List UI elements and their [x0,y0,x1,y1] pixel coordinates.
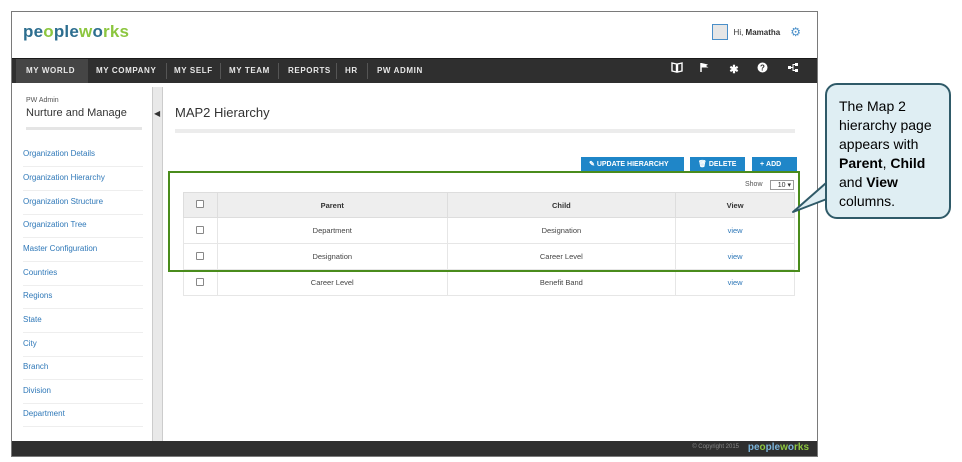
sidebar-item-organization-structure[interactable]: Organization Structure [23,197,143,215]
book-icon[interactable] [668,61,686,79]
view-link[interactable]: view [728,278,743,287]
callout-annotation: The Map 2 hierarchy page appears with Pa… [825,83,951,219]
sidebar: PW Admin Nurture and Manage Organization… [12,87,153,441]
delete-label: DELETE [708,161,737,168]
sidebar-item-division[interactable]: Division [23,386,143,404]
footer-logo: peopleworks [748,442,809,453]
row-checkbox[interactable] [196,277,205,286]
sidebar-item-state[interactable]: State [23,315,143,333]
top-header: peopleworks Hi, Mamatha ⚙ [12,12,817,56]
sidebar-subtitle: PW Admin [26,97,59,104]
view-cell: view [675,269,795,296]
nav-item-my-self[interactable]: MY SELF [174,59,213,83]
nav-item-pw-admin[interactable]: PW ADMIN [377,59,423,83]
user-greeting: Hi, Mamatha [734,28,781,37]
logo-text-3: ple [53,22,80,41]
sidebar-item-countries[interactable]: Countries [23,268,143,286]
nav-item-my-world[interactable]: MY WORLD [16,59,88,83]
nav-item-hr[interactable]: HR [345,59,358,83]
sidebar-item-department[interactable]: Department [23,409,143,427]
peopleworks-logo[interactable]: peopleworks [23,22,129,42]
update-hierarchy-label: UPDATE HIERARCHY [596,161,669,168]
sidebar-collapse-handle[interactable]: ◀ [152,87,163,441]
footer-logo-text-4: w [780,442,788,453]
child-cell: Benefit Band [446,269,677,296]
user-menu[interactable]: Hi, Mamatha ⚙ [711,24,801,40]
sidebar-title: Nurture and Manage [26,107,127,119]
pencil-icon: ✎ [589,161,595,168]
table-highlight-box [168,171,800,272]
nav-divider [336,63,337,79]
help-icon[interactable]: ? [753,61,771,79]
footer: © Copyright 2015 peopleworks [12,441,817,456]
sidebar-item-branch[interactable]: Branch [23,362,143,380]
nav-divider [220,63,221,79]
callout-and: and [839,174,867,190]
main-nav: MY WORLD MY COMPANY MY SELF MY TEAM REPO… [12,58,817,83]
title-divider [175,129,795,133]
add-label: ADD [766,161,782,168]
hierarchy-icon[interactable] [784,61,802,79]
greeting-text: Hi, [733,27,746,37]
logo-text-4: w [79,22,93,41]
plus-icon: + [760,161,765,168]
sidebar-item-organization-hierarchy[interactable]: Organization Hierarchy [23,173,143,191]
gear-icon[interactable]: ⚙ [790,25,801,39]
table-row: Career Level Benefit Band view [183,269,795,296]
footer-logo-text-1: pe [747,442,760,453]
callout-text: The Map 2 hierarchy page appears with [839,98,932,152]
footer-logo-text-3: ple [765,442,781,453]
user-name: Mamatha [745,27,781,37]
sidebar-item-city[interactable]: City [23,339,143,357]
nav-item-reports[interactable]: REPORTS [288,59,331,83]
flag-icon[interactable] [696,61,714,79]
logo-text-1: pe [23,22,44,41]
callout-view-term: View [866,174,898,190]
nav-item-my-team[interactable]: MY TEAM [229,59,270,83]
copyright-text: © Copyright 2015 [692,444,739,450]
trash-icon: 🗑 [698,161,707,168]
callout-child-term: Child [890,155,926,171]
callout-parent-term: Parent [839,155,883,171]
sidebar-item-organization-details[interactable]: Organization Details [23,149,143,167]
chevron-left-icon: ◀ [154,109,161,118]
parent-cell: Career Level [216,269,448,296]
row-select-cell [183,269,218,296]
footer-logo-text-6: rks [793,442,809,453]
nav-divider [278,63,279,79]
logo-text-2: o [43,22,54,41]
nav-item-my-company[interactable]: MY COMPANY [96,59,156,83]
nav-divider [166,63,167,79]
tools-icon[interactable]: ✱ [725,61,743,79]
svg-text:?: ? [760,63,765,72]
logo-text-5: o [92,22,104,41]
sidebar-divider [26,127,142,130]
page-title: MAP2 Hierarchy [175,105,270,120]
sidebar-item-regions[interactable]: Regions [23,291,143,309]
nav-divider [367,63,368,79]
sidebar-item-master-configuration[interactable]: Master Configuration [23,244,143,262]
logo-text-6: rks [103,22,130,41]
sidebar-item-organization-tree[interactable]: Organization Tree [23,220,143,238]
avatar[interactable] [711,24,728,40]
callout-end: columns. [839,193,896,209]
